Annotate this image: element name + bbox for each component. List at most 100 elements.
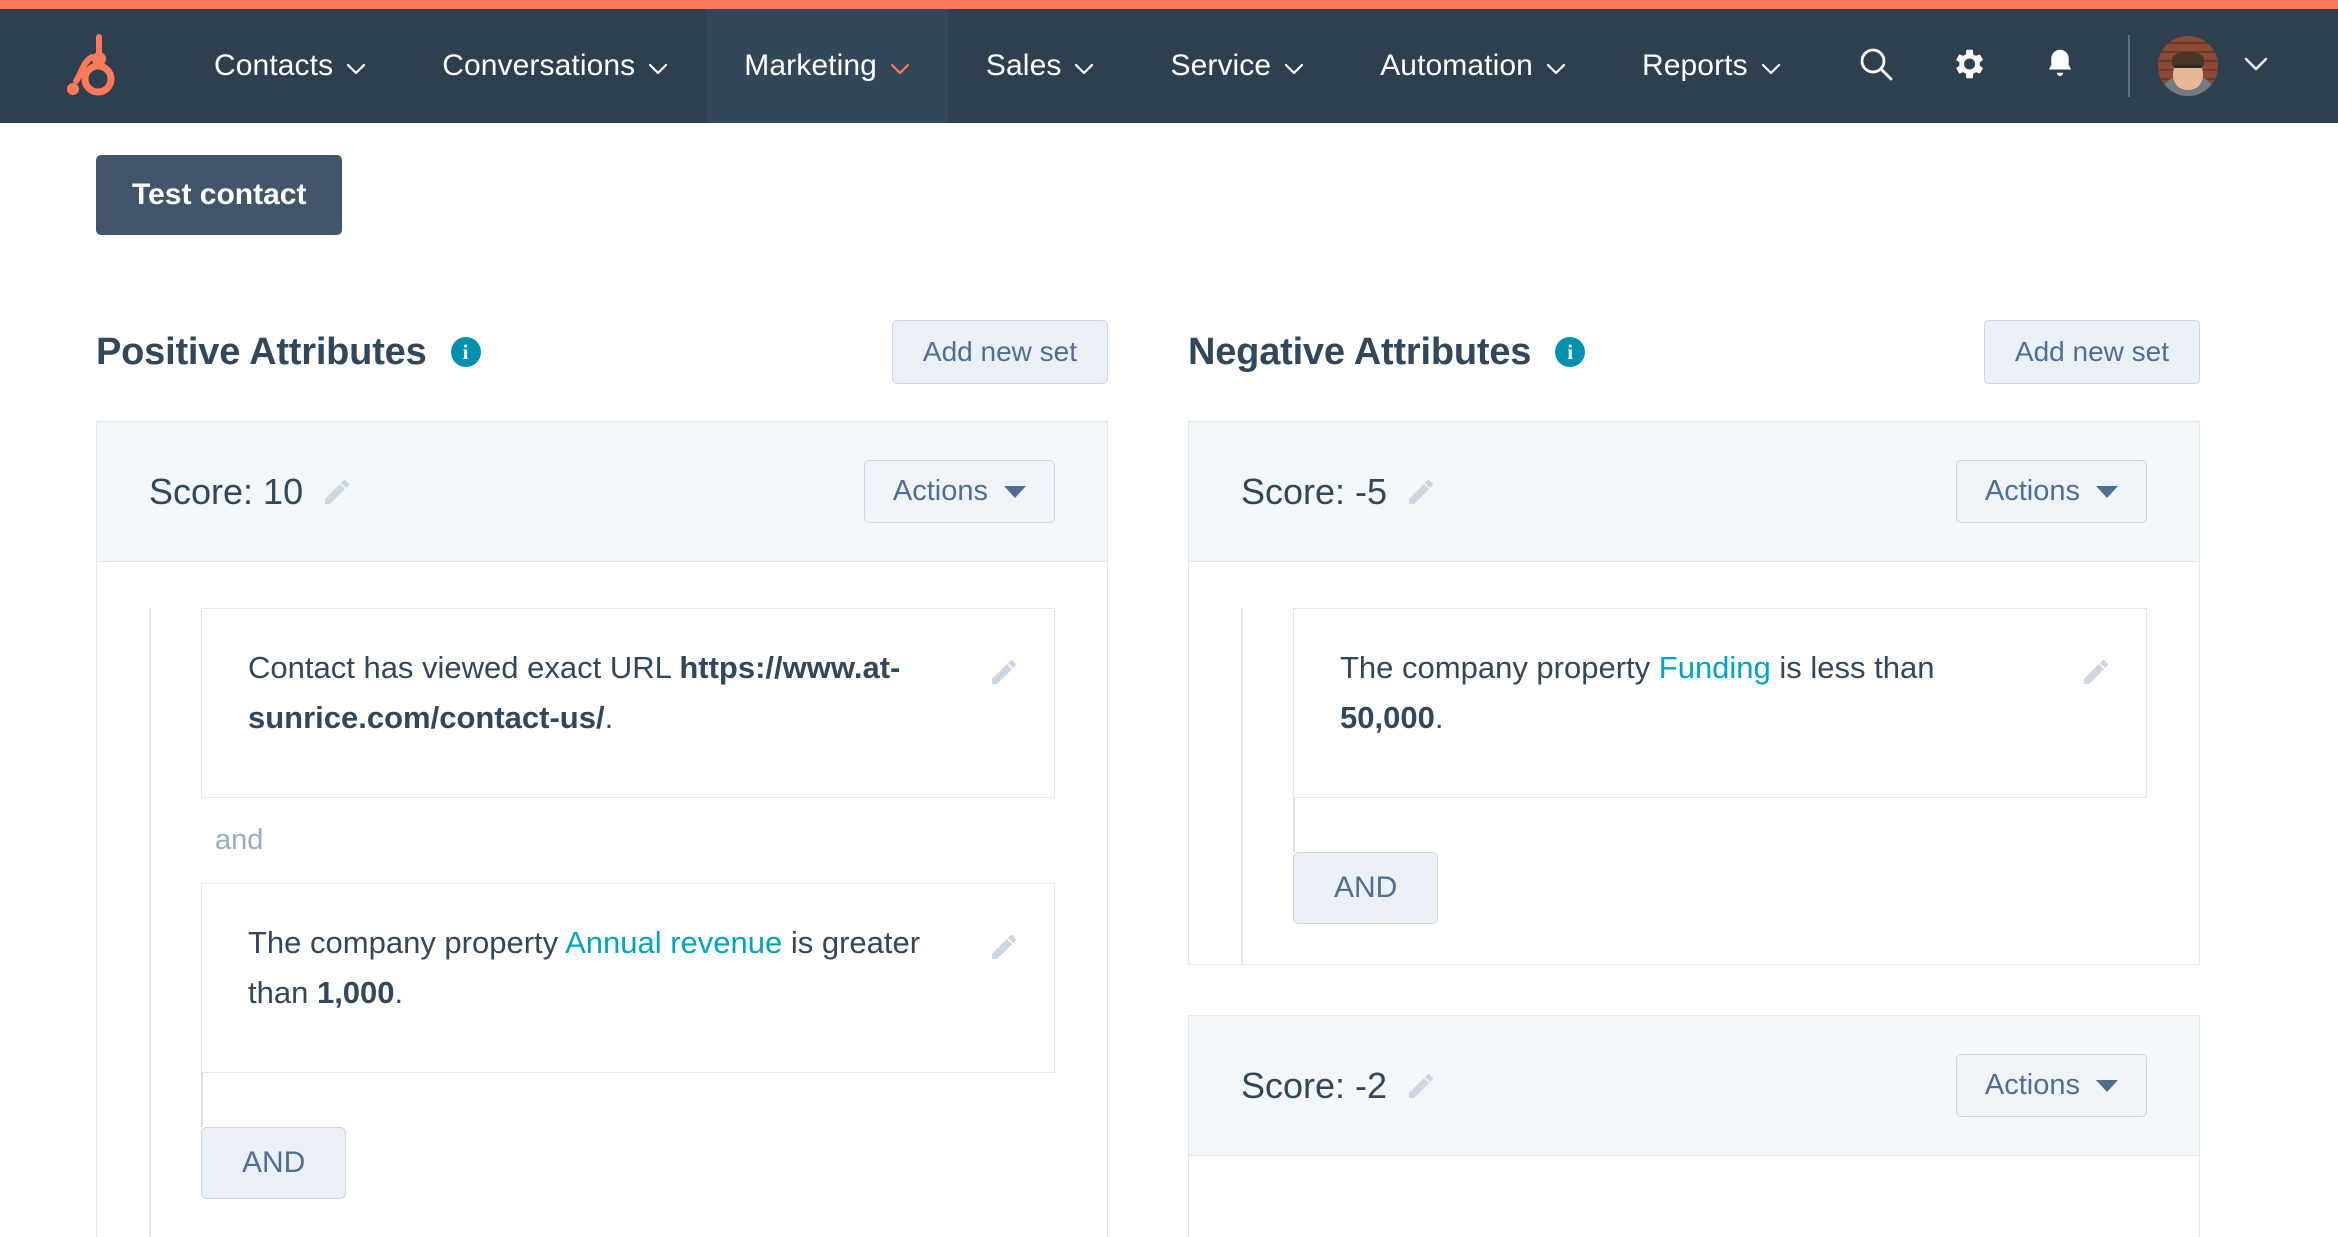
nav-item-service[interactable]: Service	[1132, 9, 1342, 123]
info-icon[interactable]: i	[450, 337, 481, 367]
pencil-icon[interactable]	[988, 928, 1020, 978]
negative-column-header: Negative Attributes i Add new set	[1188, 319, 2200, 385]
filter-text: Contact has viewed exact URL https://www…	[248, 643, 1008, 743]
filter-value: 1,000	[316, 975, 395, 1011]
positive-column-header: Positive Attributes i Add new set	[96, 319, 1108, 385]
pencil-icon[interactable]	[1405, 1070, 1437, 1102]
negative-attributes-column: Negative Attributes i Add new set Score:…	[1188, 319, 2200, 1237]
nav-item-label: Marketing	[744, 49, 877, 82]
avatar-hair	[2172, 51, 2204, 66]
nav-item-conversations[interactable]: Conversations	[404, 9, 706, 123]
page-title-positive: Positive Attributes	[96, 330, 427, 373]
chevron-down-icon	[2096, 485, 2118, 498]
nav-item-automation[interactable]: Automation	[1342, 9, 1604, 123]
nav-item-label: Conversations	[442, 49, 636, 82]
page-content: Test contact Positive Attributes i Add n…	[0, 123, 2338, 1237]
account-menu-chevron-down-icon[interactable]	[2244, 57, 2268, 76]
nav-right-actions	[1830, 9, 2338, 123]
score-label-wrap: Score: -5	[1241, 471, 1437, 513]
score-card-body: Contact has viewed exact URL https://www…	[97, 562, 1107, 1237]
filter-row[interactable]: Contact has viewed exact URL https://www…	[201, 608, 1055, 798]
filter-prefix: The company property	[248, 925, 566, 960]
nav-item-sales[interactable]: Sales	[948, 9, 1133, 123]
filter-value: 50,000	[1340, 700, 1435, 736]
filter-row[interactable]: The company property Funding is less tha…	[1293, 608, 2147, 798]
negative-title-wrap: Negative Attributes i	[1188, 330, 1586, 374]
filter-operator: is less than	[1770, 650, 1935, 685]
filter-suffix: .	[1434, 700, 1444, 736]
nav-menu: Contacts Conversations Marketing Sales S…	[176, 9, 1819, 123]
brand-accent-stripe	[0, 0, 2338, 9]
nav-item-label: Automation	[1380, 49, 1533, 82]
score-label-wrap: Score: 10	[149, 471, 353, 513]
filter-text: The company property Annual revenue is g…	[248, 918, 1008, 1018]
chevron-down-icon	[2096, 1079, 2118, 1092]
nav-divider	[2128, 35, 2130, 97]
chevron-down-icon	[1074, 49, 1094, 83]
filter-suffix: .	[394, 975, 404, 1011]
score-card-header: Score: -5 Actions	[1189, 422, 2199, 562]
nav-item-reports[interactable]: Reports	[1604, 9, 1819, 123]
gear-icon	[1949, 45, 1987, 88]
nav-item-label: Reports	[1641, 49, 1748, 82]
notifications-button[interactable]	[2014, 9, 2106, 123]
actions-dropdown-button[interactable]: Actions	[863, 460, 1055, 523]
avatar[interactable]	[2158, 36, 2218, 96]
nav-item-contacts[interactable]: Contacts	[176, 9, 404, 123]
positive-title-wrap: Positive Attributes i	[96, 331, 481, 374]
nav-item-label: Contacts	[214, 49, 334, 82]
settings-button[interactable]	[1922, 9, 2014, 123]
search-button[interactable]	[1830, 9, 1922, 123]
chevron-down-icon	[1284, 49, 1304, 83]
connector-line	[1293, 798, 1295, 852]
filter-connector-and: and	[215, 824, 264, 856]
nav-item-label: Sales	[985, 49, 1062, 82]
filter-prefix: Contact has viewed exact URL	[248, 650, 680, 685]
score-set-card: Score: -5 Actions The company property F…	[1188, 421, 2200, 965]
chevron-down-icon	[1546, 49, 1566, 83]
score-value: Score: 10	[149, 470, 304, 512]
score-card-body	[1189, 1156, 2199, 1237]
score-label-wrap: Score: -2	[1241, 1065, 1437, 1107]
attributes-columns: Positive Attributes i Add new set Score:…	[96, 319, 2242, 1237]
filter-row[interactable]: The company property Annual revenue is g…	[201, 883, 1055, 1073]
chevron-down-icon	[346, 49, 366, 83]
bell-icon	[2041, 45, 2079, 88]
property-link[interactable]: Annual revenue	[565, 925, 782, 960]
nav-item-marketing[interactable]: Marketing	[706, 9, 948, 123]
actions-label: Actions	[1984, 1069, 2080, 1101]
page-title-negative: Negative Attributes	[1188, 330, 1532, 373]
avatar-glasses	[2174, 64, 2202, 70]
nav-item-label: Service	[1170, 49, 1272, 82]
property-link[interactable]: Funding	[1659, 650, 1771, 685]
positive-attributes-column: Positive Attributes i Add new set Score:…	[96, 319, 1108, 1237]
actions-dropdown-button[interactable]: Actions	[1955, 460, 2147, 523]
score-value: Score: -2	[1241, 1064, 1388, 1106]
test-contact-button[interactable]: Test contact	[96, 155, 343, 235]
score-set-card: Score: 10 Actions Contact has viewed exa…	[96, 421, 1108, 1237]
filter-group: Contact has viewed exact URL https://www…	[149, 608, 1055, 1237]
score-card-body: The company property Funding is less tha…	[1189, 562, 2199, 964]
actions-dropdown-button[interactable]: Actions	[1955, 1054, 2147, 1117]
filter-group: The company property Funding is less tha…	[1241, 608, 2147, 964]
pencil-icon[interactable]	[2080, 653, 2112, 703]
add-new-set-button-positive[interactable]: Add new set	[891, 320, 1108, 384]
actions-label: Actions	[892, 475, 988, 507]
hubspot-logo[interactable]	[0, 9, 176, 123]
chevron-down-icon	[1004, 485, 1026, 498]
pencil-icon[interactable]	[988, 653, 1020, 703]
and-button[interactable]: AND	[1293, 852, 1439, 924]
pencil-icon[interactable]	[1405, 476, 1437, 508]
score-value: Score: -5	[1241, 470, 1388, 512]
add-and-condition-wrap: AND	[201, 1073, 1055, 1237]
add-new-set-button-negative[interactable]: Add new set	[1983, 320, 2200, 384]
info-icon[interactable]: i	[1555, 337, 1586, 367]
score-set-card: Score: -2 Actions	[1188, 1015, 2200, 1237]
filter-text: The company property Funding is less tha…	[1340, 643, 2100, 743]
main-navigation-bar: Contacts Conversations Marketing Sales S…	[0, 9, 2338, 123]
score-card-header: Score: 10 Actions	[97, 422, 1107, 562]
pencil-icon[interactable]	[321, 476, 353, 508]
filter-suffix: .	[604, 700, 614, 736]
and-button[interactable]: AND	[201, 1127, 347, 1199]
